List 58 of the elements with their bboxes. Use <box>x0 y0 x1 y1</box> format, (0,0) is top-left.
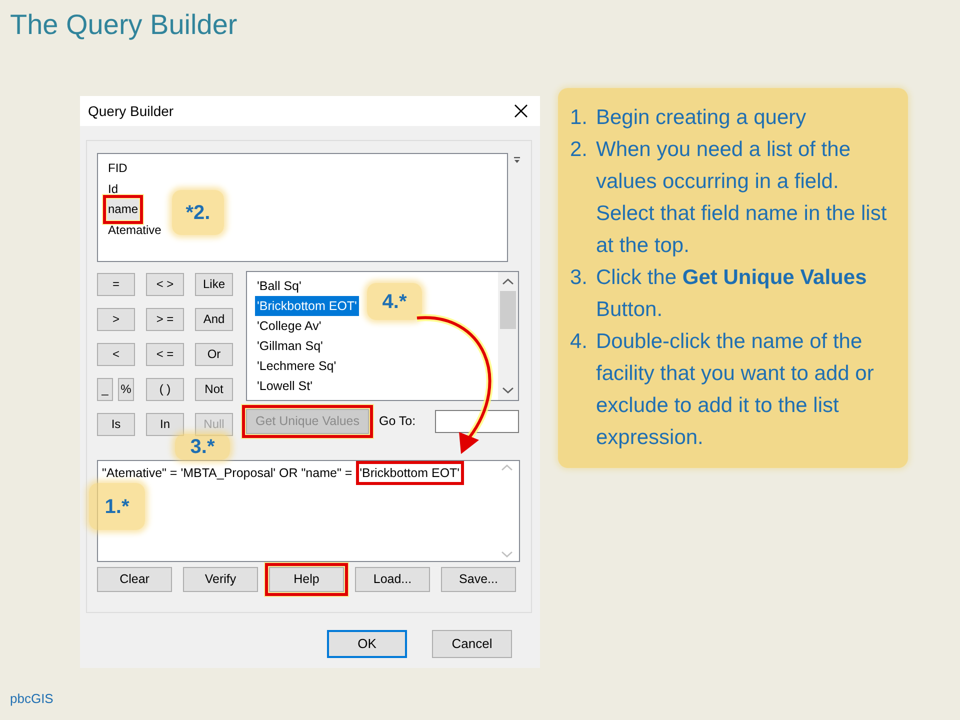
scroll-down-icon <box>501 550 513 558</box>
scroll-up-icon <box>501 464 513 472</box>
operator-button[interactable]: = <box>97 273 135 296</box>
dropdown-icon <box>514 157 520 163</box>
scrollbar[interactable] <box>498 272 518 400</box>
operator-button[interactable]: < > <box>146 273 184 296</box>
operator-button[interactable]: < = <box>146 343 184 366</box>
field-item[interactable]: FID <box>107 158 128 178</box>
action-button[interactable]: Clear <box>97 567 172 592</box>
value-item[interactable]: 'Lechmere Sq' <box>255 356 338 376</box>
scroll-down-icon <box>502 386 514 394</box>
operator-button[interactable]: < <box>97 343 135 366</box>
step-number: 1. <box>570 105 589 131</box>
operator-button[interactable]: _ <box>97 378 113 401</box>
operator-button[interactable]: Not <box>195 378 233 401</box>
expression-text: "Atemative" = 'MBTA_Proposal' OR "name" = <box>102 465 354 482</box>
go-to-field[interactable] <box>435 410 519 433</box>
dialog-button[interactable]: Cancel <box>432 630 512 658</box>
value-item[interactable]: 'College Av' <box>255 316 324 336</box>
scroll-up-icon <box>502 278 514 286</box>
value-item[interactable]: 'Gillman Sq' <box>255 336 325 356</box>
callout-label: 3.* <box>175 434 230 460</box>
action-button[interactable]: Load... <box>355 567 430 592</box>
value-item[interactable]: 'Lowell St' <box>255 376 314 396</box>
step-text: Double-click the name of the facility that you want to add or exclude to add it to the list expression. <box>596 329 875 451</box>
operator-button[interactable]: Like <box>195 273 233 296</box>
dialog-button[interactable]: OK <box>327 630 407 658</box>
scroll-thumb[interactable] <box>500 291 516 329</box>
operator-button[interactable]: > <box>97 308 135 331</box>
value-item[interactable]: 'Ball Sq' <box>255 276 304 296</box>
step-number: 3. <box>570 265 589 291</box>
step-text: Click the Get Unique Values Button. <box>596 265 868 323</box>
footer-text: pbcGIS <box>10 690 54 708</box>
operator-button[interactable]: And <box>195 308 233 331</box>
operator-button[interactable]: > = <box>146 308 184 331</box>
callout-label: *2. <box>172 190 224 235</box>
expression-value: 'Brickbottom EOT' <box>356 461 464 485</box>
close-icon[interactable] <box>514 104 528 118</box>
go-to-label: Go To: <box>379 413 416 430</box>
step-number: 4. <box>570 329 589 355</box>
step-text: When you need a list of the values occurring in a field. Select that field name in the list at the top. <box>596 137 888 259</box>
callout-label: 1.* <box>89 483 145 530</box>
action-button[interactable]: Save... <box>441 567 516 592</box>
field-item[interactable]: name <box>107 199 140 220</box>
field-item[interactable]: Atemative <box>107 220 162 240</box>
window-title: Query Builder <box>88 102 174 121</box>
operator-button[interactable]: % <box>118 378 134 401</box>
operator-button[interactable]: Or <box>195 343 233 366</box>
field-item[interactable]: Id <box>107 178 120 199</box>
callout-label: 4.* <box>367 283 422 320</box>
value-item[interactable]: 'Brickbottom EOT' <box>255 296 359 316</box>
operator-button[interactable]: Is <box>97 413 135 436</box>
operator-button[interactable]: ( ) <box>146 378 184 401</box>
slide-title: The Query Builder <box>10 8 238 42</box>
operator-button[interactable]: In <box>146 413 184 436</box>
action-button[interactable]: Verify <box>183 567 258 592</box>
step-number: 2. <box>570 137 589 163</box>
step-text: Begin creating a query <box>596 105 806 131</box>
